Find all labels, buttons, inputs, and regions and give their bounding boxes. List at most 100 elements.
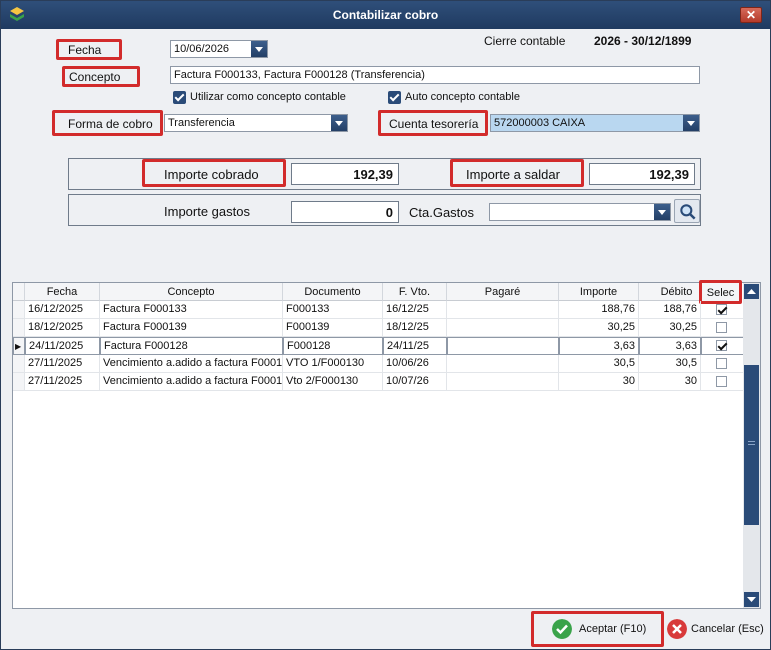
cell-concepto: Factura F000133: [100, 301, 283, 319]
cell-debito: 30,5: [639, 355, 701, 373]
title-bar[interactable]: Contabilizar cobro ✕: [1, 1, 770, 29]
cell-documento: F000139: [283, 319, 383, 337]
window-title: Contabilizar cobro: [332, 8, 439, 22]
cta-gastos-label: Cta.Gastos: [409, 205, 475, 220]
cell-selec: [701, 319, 744, 337]
forma-label: Forma de cobro: [68, 117, 153, 131]
cancel-label: Cancelar (Esc): [691, 623, 764, 635]
cuenta-label: Cuenta tesorería: [389, 117, 479, 131]
table-row[interactable]: 27/11/2025 Vencimiento a.adido a factura…: [13, 355, 744, 373]
chevron-down-icon[interactable]: [251, 41, 267, 57]
forma-cobro-select[interactable]: Transferencia: [164, 114, 348, 132]
cancel-button[interactable]: Cancelar (Esc): [665, 614, 767, 644]
selec-checkbox[interactable]: [716, 340, 727, 351]
importe-saldar-input[interactable]: 192,39: [589, 163, 695, 185]
cell-pagare: [447, 355, 559, 373]
selec-checkbox[interactable]: [716, 304, 727, 315]
selec-checkbox[interactable]: [716, 358, 727, 369]
table-row[interactable]: 27/11/2025 Vencimiento a.adido a factura…: [13, 373, 744, 391]
cell-documento: VTO 1/F000130: [283, 355, 383, 373]
cell-vto: 18/12/25: [383, 319, 447, 337]
fecha-label-box: Fecha: [56, 39, 122, 60]
cell-fecha: 27/11/2025: [25, 355, 100, 373]
concepto-contable-checkbox[interactable]: [173, 91, 186, 104]
table-row-current[interactable]: ▶ 24/11/2025 Factura F000128 F000128 24/…: [13, 337, 744, 355]
cuenta-tesoreria-select[interactable]: 572000003 CAIXA: [490, 114, 700, 132]
cell-debito[interactable]: 3,63: [639, 337, 701, 355]
col-header-pagare[interactable]: Pagaré: [447, 283, 559, 301]
cell-pagare: [447, 319, 559, 337]
cell-selec: [701, 373, 744, 391]
cell-vto: 10/06/26: [383, 355, 447, 373]
concepto-contable-label: Utilizar como concepto contable: [190, 91, 346, 103]
cta-gastos-select[interactable]: [489, 203, 671, 221]
auto-concepto-checkbox[interactable]: [388, 91, 401, 104]
cell-selec: [701, 355, 744, 373]
saldar-label-box: Importe a saldar: [450, 159, 584, 187]
cell-importe: 188,76: [559, 301, 639, 319]
scroll-thumb[interactable]: [744, 365, 759, 525]
close-icon[interactable]: ✕: [740, 7, 762, 23]
fecha-input[interactable]: 10/06/2026: [170, 40, 268, 58]
cell-selec: [701, 301, 744, 319]
selec-checkbox[interactable]: [716, 322, 727, 333]
cell-vto: 10/07/26: [383, 373, 447, 391]
cobrado-label-box: Importe cobrado: [142, 159, 286, 187]
cell-importe: 30,5: [559, 355, 639, 373]
cell-fecha: 18/12/2025: [25, 319, 100, 337]
scroll-up-icon[interactable]: [744, 284, 759, 299]
chevron-down-icon[interactable]: [683, 115, 699, 131]
chevron-down-icon[interactable]: [654, 204, 670, 220]
concepto-label: Concepto: [69, 70, 121, 84]
cell-concepto[interactable]: Factura F000128: [100, 337, 283, 355]
cell-pagare[interactable]: [447, 337, 559, 355]
auto-concepto-label: Auto concepto contable: [405, 91, 520, 103]
cell-vto[interactable]: 24/11/25: [383, 337, 447, 355]
row-indicator: [13, 355, 25, 373]
cell-documento[interactable]: F000128: [283, 337, 383, 355]
cell-vto: 16/12/25: [383, 301, 447, 319]
concepto-input[interactable]: Factura F000133, Factura F000128 (Transf…: [170, 66, 700, 84]
fecha-label: Fecha: [68, 43, 102, 57]
cell-documento: Vto 2/F000130: [283, 373, 383, 391]
col-header-vto[interactable]: F. Vto.: [383, 283, 447, 301]
vertical-scrollbar[interactable]: [743, 283, 760, 608]
cierre-value: 2026 - 30/12/1899: [594, 34, 692, 48]
cell-fecha: 16/12/2025: [25, 301, 100, 319]
scroll-down-icon[interactable]: [744, 592, 759, 607]
col-header-importe[interactable]: Importe: [559, 283, 639, 301]
search-icon: [680, 204, 696, 220]
check-circle-icon: [552, 619, 572, 639]
cell-importe: 30,25: [559, 319, 639, 337]
col-header-indicator: [13, 283, 25, 301]
table-row[interactable]: 16/12/2025 Factura F000133 F000133 16/12…: [13, 301, 744, 319]
cell-fecha[interactable]: 24/11/2025: [25, 337, 100, 355]
col-header-concepto[interactable]: Concepto: [100, 283, 283, 301]
selec-checkbox[interactable]: [716, 376, 727, 387]
cell-debito: 30: [639, 373, 701, 391]
forma-label-box: Forma de cobro: [52, 110, 163, 136]
row-indicator: [13, 319, 25, 337]
col-header-fecha[interactable]: Fecha: [25, 283, 100, 301]
cell-pagare: [447, 373, 559, 391]
accept-label: Aceptar (F10): [579, 623, 647, 635]
cell-documento: F000133: [283, 301, 383, 319]
chevron-down-icon[interactable]: [331, 115, 347, 131]
importe-gastos-input[interactable]: 0: [291, 201, 399, 223]
table-row[interactable]: 18/12/2025 Factura F000139 F000139 18/12…: [13, 319, 744, 337]
cell-fecha: 27/11/2025: [25, 373, 100, 391]
dialog-window: Contabilizar cobro ✕ Fecha 10/06/2026 Ci…: [0, 0, 771, 650]
search-button[interactable]: [674, 199, 700, 223]
cell-concepto: Vencimiento a.adido a factura F00013: [100, 355, 283, 373]
col-header-documento[interactable]: Documento: [283, 283, 383, 301]
gastos-label: Importe gastos: [164, 204, 250, 219]
cobrado-label: Importe cobrado: [164, 167, 259, 182]
accept-button[interactable]: Aceptar (F10): [531, 611, 664, 647]
saldar-label: Importe a saldar: [466, 167, 560, 182]
cell-selec: [701, 337, 744, 355]
importe-cobrado-input[interactable]: 192,39: [291, 163, 399, 185]
cell-importe: 30: [559, 373, 639, 391]
row-indicator: [13, 301, 25, 319]
cell-importe[interactable]: 3,63: [559, 337, 639, 355]
current-row-arrow-icon: ▶: [13, 337, 25, 355]
